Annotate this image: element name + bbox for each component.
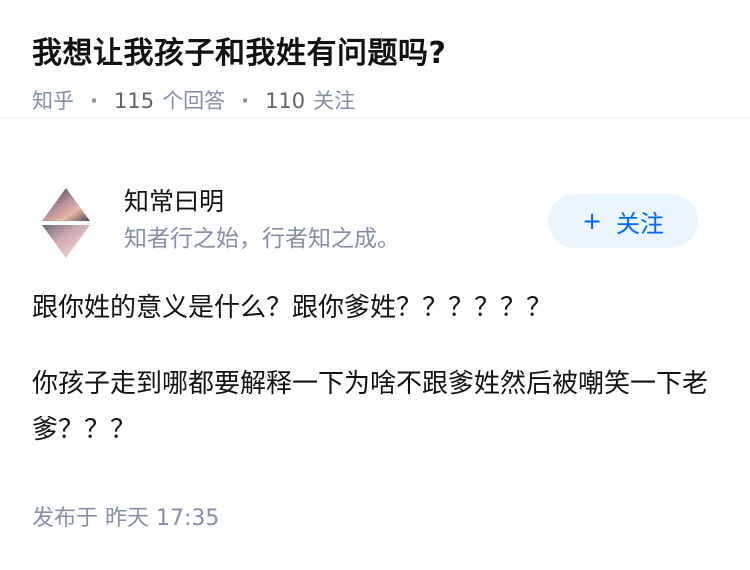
meta-separator: ·	[241, 89, 250, 113]
follower-count: 110	[265, 89, 306, 113]
answer-paragraph: 跟你姓的意义是什么？跟你爹姓？？？？？？	[32, 293, 553, 323]
answer-content: 跟你姓的意义是什么？跟你爹姓？？？？？？ 你孩子走到哪都要解释一下为啥不跟爹姓然…	[32, 285, 710, 453]
plus-icon: +	[581, 207, 603, 235]
diamond-reflection-avatar-icon[interactable]	[40, 186, 92, 260]
answer-count-label[interactable]: 个回答	[162, 86, 225, 116]
author-bio: 知者行之始，行者知之成。	[124, 226, 400, 252]
author-info: 知常曰明 知者行之始，行者知之成。	[124, 184, 400, 256]
answer-count: 115	[113, 89, 155, 113]
question-meta: 知乎 · 115 个回答 · 110 关注	[32, 86, 718, 116]
answer-paragraph: 你孩子走到哪都要解释一下为啥不跟爹姓然后被嘲笑一下老爹？？？	[32, 369, 709, 445]
author-row: 知常曰明 知者行之始，行者知之成。 + 关注	[32, 184, 698, 260]
time-prefix: 发布于	[32, 506, 99, 531]
time-value: 昨天 17:35	[105, 506, 220, 531]
follow-button[interactable]: + 关注	[548, 194, 698, 248]
author-name[interactable]: 知常曰明	[124, 184, 400, 220]
question-header: 我想让我孩子和我姓有问题吗? 知乎 · 115 个回答 · 110 关注	[0, 0, 750, 118]
answer-timestamp[interactable]: 发布于 昨天 17:35	[32, 502, 219, 536]
meta-separator: ·	[90, 89, 98, 113]
question-title[interactable]: 我想让我孩子和我姓有问题吗?	[32, 32, 718, 76]
platform-label[interactable]: 知乎	[32, 86, 74, 116]
follow-button-label: 关注	[616, 209, 665, 238]
follower-count-label[interactable]: 关注	[313, 86, 355, 116]
